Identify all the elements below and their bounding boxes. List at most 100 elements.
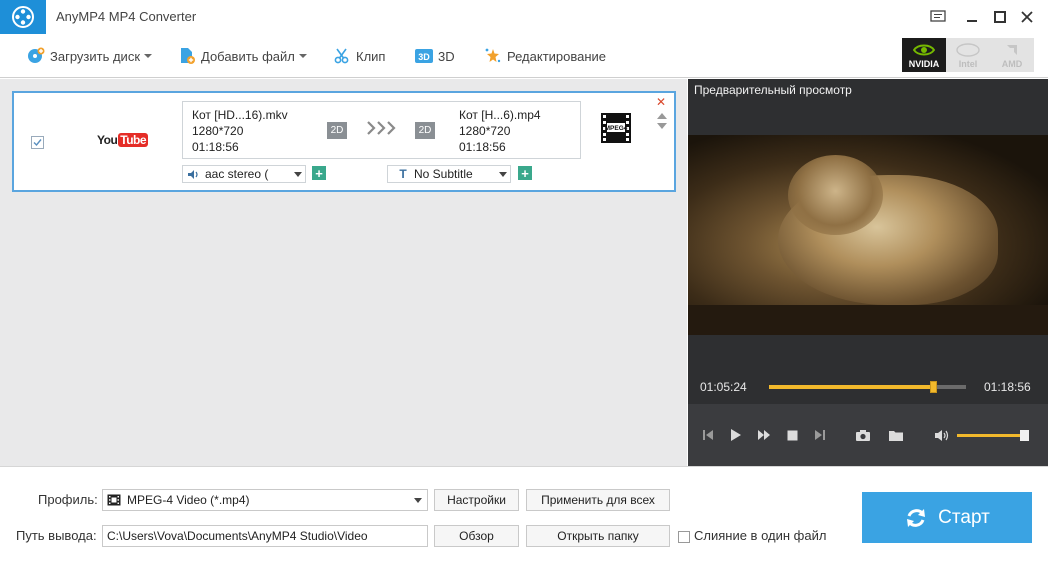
- stop-icon[interactable]: [784, 427, 800, 443]
- magic-wand-icon: [484, 47, 502, 65]
- audio-track-select[interactable]: aac stereo (: [182, 165, 306, 183]
- chevron-down-icon: [144, 54, 153, 58]
- output-path-label: Путь вывода:: [16, 528, 97, 543]
- youtube-logo-tube: Tube: [118, 133, 149, 147]
- start-button[interactable]: Старт: [862, 492, 1032, 543]
- output-filename: Кот [H...6).mp4: [459, 108, 541, 122]
- source-resolution: 1280*720: [192, 124, 244, 138]
- remove-file-icon[interactable]: ✕: [656, 95, 666, 109]
- camera-icon[interactable]: [854, 427, 872, 443]
- volume-handle[interactable]: [1019, 430, 1029, 441]
- chevron-down-icon: [496, 171, 510, 177]
- amd-acceleration-badge[interactable]: AMD: [990, 38, 1034, 72]
- intel-acceleration-badge[interactable]: Intel: [946, 38, 990, 72]
- profile-value: MPEG-4 Video (*.mp4): [127, 493, 250, 507]
- 3d-button[interactable]: 3D 3D: [415, 46, 455, 66]
- volume-slider[interactable]: [957, 434, 1024, 437]
- source-filename: Кот [HD...16).mkv: [192, 108, 288, 122]
- current-time: 01:05:24: [700, 380, 747, 394]
- chevron-down-icon: [298, 54, 307, 58]
- toolbar: Загрузить диск Добавить файл Клип 3D 3D …: [0, 34, 1048, 78]
- svg-text:3D: 3D: [418, 52, 430, 62]
- playback-progress-handle[interactable]: [929, 381, 937, 393]
- app-title: AnyMP4 MP4 Converter: [56, 9, 197, 24]
- mpeg4-format-icon[interactable]: MPEG4: [600, 112, 632, 144]
- maximize-button[interactable]: [990, 8, 1010, 26]
- amd-logo-icon: [1005, 42, 1019, 58]
- clip-label: Клип: [356, 48, 386, 64]
- intel-label: Intel: [958, 59, 978, 69]
- source-2d-badge: 2D: [327, 122, 347, 139]
- total-time: 01:18:56: [984, 380, 1031, 394]
- file-row[interactable]: You Tube Кот [HD...16).mkv 1280*720 01:18…: [12, 91, 676, 192]
- play-icon[interactable]: [728, 427, 744, 443]
- floor-shadow: [688, 305, 1048, 335]
- subtitle-value: No Subtitle: [414, 167, 473, 181]
- nvidia-label: NVIDIA: [908, 59, 940, 69]
- 3d-icon: 3D: [415, 47, 433, 65]
- playback-progress-bar[interactable]: [769, 381, 966, 393]
- open-folder-button[interactable]: Открыть папку: [526, 525, 670, 547]
- preview-video-frame[interactable]: [688, 135, 1048, 335]
- source-duration: 01:18:56: [192, 140, 239, 154]
- file-checkbox[interactable]: [31, 136, 44, 149]
- output-resolution: 1280*720: [459, 124, 511, 138]
- load-disc-label: Загрузить диск: [50, 48, 141, 64]
- settings-button[interactable]: Настройки: [434, 489, 519, 511]
- title-bar: AnyMP4 MP4 Converter: [0, 0, 1048, 34]
- source-info: Кот [HD...16).mkv 1280*720 01:18:56: [192, 107, 288, 155]
- start-label: Старт: [938, 506, 990, 528]
- move-down-icon[interactable]: [657, 123, 667, 129]
- add-subtitle-button[interactable]: +: [518, 166, 532, 180]
- skip-forward-icon[interactable]: [812, 427, 828, 443]
- preview-panel: Предварительный просмотр 01:05:24 01:18:…: [688, 79, 1048, 466]
- playback-progress-fill: [769, 385, 933, 389]
- close-button[interactable]: [1017, 8, 1037, 26]
- youtube-logo-you: You: [97, 133, 118, 147]
- profile-select[interactable]: MPEG-4 Video (*.mp4): [102, 489, 428, 511]
- merge-checkbox[interactable]: [678, 531, 690, 543]
- convert-arrows-icon: [367, 120, 399, 140]
- chevron-down-icon: [409, 497, 427, 503]
- mpeg4-icon-label: MPEG4: [605, 125, 628, 132]
- apply-to-all-button[interactable]: Применить для всех: [526, 489, 670, 511]
- add-audio-button[interactable]: +: [312, 166, 326, 180]
- minimize-button[interactable]: [962, 8, 982, 26]
- output-settings-panel: Профиль: MPEG-4 Video (*.mp4) Настройки …: [0, 466, 1048, 572]
- browse-button[interactable]: Обзор: [434, 525, 519, 547]
- folder-icon[interactable]: [887, 427, 905, 443]
- add-file-button[interactable]: Добавить файл: [178, 46, 307, 66]
- nvidia-eye-icon: [913, 42, 935, 58]
- amd-label: AMD: [1001, 59, 1023, 69]
- file-info-box: Кот [HD...16).mkv 1280*720 01:18:56 2D 2…: [182, 101, 581, 159]
- text-t-icon: T: [399, 167, 407, 181]
- file-list: You Tube Кот [HD...16).mkv 1280*720 01:18…: [0, 79, 687, 466]
- output-duration: 01:18:56: [459, 140, 506, 154]
- speaker-icon: [187, 169, 205, 180]
- clip-button[interactable]: Клип: [333, 46, 385, 66]
- subtitle-select[interactable]: T No Subtitle: [387, 165, 511, 183]
- chevron-down-icon: [291, 171, 305, 177]
- output-2d-badge: 2D: [415, 122, 435, 139]
- load-disc-button[interactable]: Загрузить диск: [27, 46, 153, 66]
- cat-head-image: [788, 155, 883, 235]
- edit-button[interactable]: Редактирование: [484, 46, 606, 66]
- output-path-field[interactable]: C:\Users\Vova\Documents\AnyMP4 Studio\Vi…: [102, 525, 428, 547]
- audio-track-value: aac stereo (: [205, 167, 269, 181]
- fast-forward-icon[interactable]: [756, 427, 772, 443]
- convert-refresh-icon: [904, 506, 928, 530]
- app-logo-icon: [0, 0, 46, 34]
- profile-label: Профиль:: [38, 492, 98, 507]
- preview-title: Предварительный просмотр: [694, 83, 852, 97]
- film-icon: [107, 494, 127, 506]
- feedback-icon[interactable]: [928, 8, 948, 26]
- edit-label: Редактирование: [507, 48, 607, 64]
- volume-icon[interactable]: [933, 427, 951, 443]
- nvidia-acceleration-badge[interactable]: NVIDIA: [902, 38, 946, 72]
- player-controls: [688, 404, 1048, 466]
- output-info: Кот [H...6).mp4 1280*720 01:18:56: [459, 107, 541, 155]
- move-up-icon[interactable]: [657, 113, 667, 119]
- 3d-label: 3D: [438, 48, 455, 64]
- skip-back-icon[interactable]: [700, 427, 716, 443]
- merge-label: Слияние в один файл: [694, 528, 827, 543]
